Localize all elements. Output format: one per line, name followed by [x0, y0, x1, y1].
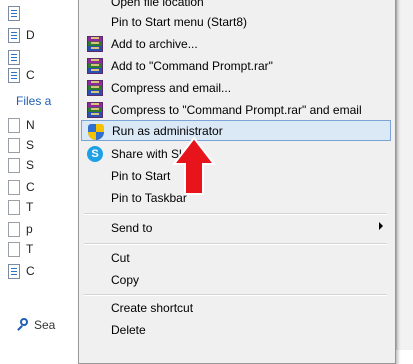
file-name: p — [26, 222, 33, 236]
menu-separator — [84, 243, 387, 245]
red-arrow-icon — [172, 136, 216, 195]
search-bar[interactable]: Sea — [16, 318, 55, 332]
menu-item-label: Pin to Start menu (Start8) — [111, 14, 248, 29]
winrar-icon — [87, 102, 103, 118]
file-name: T — [26, 242, 34, 256]
background-window: D C Files a N S S C T p T C Sea — [0, 0, 80, 350]
file-icon — [8, 179, 20, 195]
menu-item-label: Open file location — [111, 0, 204, 9]
document-icon — [8, 27, 20, 43]
file-row[interactable]: D — [8, 26, 35, 44]
menu-item-label: Add to "Command Prompt.rar" — [111, 58, 273, 73]
file-icon — [8, 199, 20, 215]
skype-icon: S — [87, 146, 103, 162]
context-menu: Open file location Pin to Start menu (St… — [78, 0, 396, 364]
winrar-icon — [87, 36, 103, 52]
menu-item-label: Add to archive... — [111, 36, 198, 51]
menu-item-compress-and-email[interactable]: Compress and email... — [81, 77, 391, 98]
menu-item-send-to[interactable]: Send to — [81, 217, 391, 238]
menu-item-share-with-skype[interactable]: S Share with Skype — [81, 143, 391, 164]
file-name: C — [26, 68, 35, 82]
search-icon — [16, 318, 30, 332]
menu-item-label: Copy — [111, 272, 140, 287]
uac-shield-icon — [88, 124, 104, 140]
menu-item-label: Pin to Start — [111, 168, 171, 183]
file-icon — [8, 117, 20, 133]
menu-item-label: Send to — [111, 220, 153, 235]
document-icon — [8, 67, 20, 83]
list-item[interactable]: C — [8, 178, 35, 196]
menu-item-cut[interactable]: Cut — [81, 247, 391, 268]
file-icon — [8, 137, 20, 153]
file-name: S — [26, 158, 35, 172]
document-icon — [8, 263, 20, 279]
menu-item-add-to-archive[interactable]: Add to archive... — [81, 33, 391, 54]
list-item[interactable]: C — [8, 262, 35, 280]
menu-item-pin-to-start-menu-start8[interactable]: Pin to Start menu (Start8) — [81, 11, 391, 32]
file-name: S — [26, 138, 35, 152]
menu-item-pin-to-start[interactable]: Pin to Start — [81, 165, 391, 186]
list-item[interactable]: N — [8, 116, 35, 134]
document-icon — [8, 5, 20, 21]
list-item[interactable]: S — [8, 156, 34, 174]
list-item[interactable]: T — [8, 240, 33, 258]
menu-item-delete[interactable]: Delete — [81, 319, 391, 340]
list-item[interactable]: p — [8, 220, 33, 238]
winrar-icon — [87, 58, 103, 74]
menu-item-add-to-rar[interactable]: Add to "Command Prompt.rar" — [81, 55, 391, 76]
menu-separator — [84, 294, 387, 296]
file-row[interactable] — [8, 48, 26, 66]
file-name: T — [26, 200, 34, 214]
file-name: N — [26, 118, 35, 132]
list-item[interactable]: T — [8, 198, 33, 216]
winrar-icon — [87, 80, 103, 96]
menu-item-label: Compress and email... — [111, 80, 232, 95]
menu-item-pin-to-taskbar[interactable]: Pin to Taskbar — [81, 187, 391, 208]
file-name: C — [26, 264, 35, 278]
menu-item-copy[interactable]: Copy — [81, 269, 391, 290]
file-name: D — [26, 28, 35, 42]
search-label: Sea — [34, 318, 56, 332]
menu-item-compress-to-rar-and-email[interactable]: Compress to "Command Prompt.rar" and ema… — [81, 99, 391, 120]
menu-item-label: Cut — [111, 250, 130, 265]
menu-separator — [84, 213, 387, 215]
document-icon — [8, 49, 20, 65]
file-name: C — [26, 180, 35, 194]
file-icon — [8, 221, 20, 237]
file-icon — [8, 157, 20, 173]
menu-item-label: Create shortcut — [111, 300, 194, 315]
menu-item-create-shortcut[interactable]: Create shortcut — [81, 297, 391, 318]
files-section-header: Files a — [16, 94, 52, 108]
menu-item-label: Delete — [111, 322, 146, 337]
menu-item-label: Compress to "Command Prompt.rar" and ema… — [111, 102, 362, 117]
list-item[interactable]: S — [8, 136, 34, 154]
file-icon — [8, 241, 20, 257]
background-window-edge — [396, 0, 413, 350]
submenu-arrow-icon — [379, 222, 383, 230]
file-row[interactable] — [8, 4, 26, 22]
file-row[interactable]: C — [8, 66, 35, 84]
menu-item-run-as-administrator[interactable]: Run as administrator — [81, 120, 391, 141]
